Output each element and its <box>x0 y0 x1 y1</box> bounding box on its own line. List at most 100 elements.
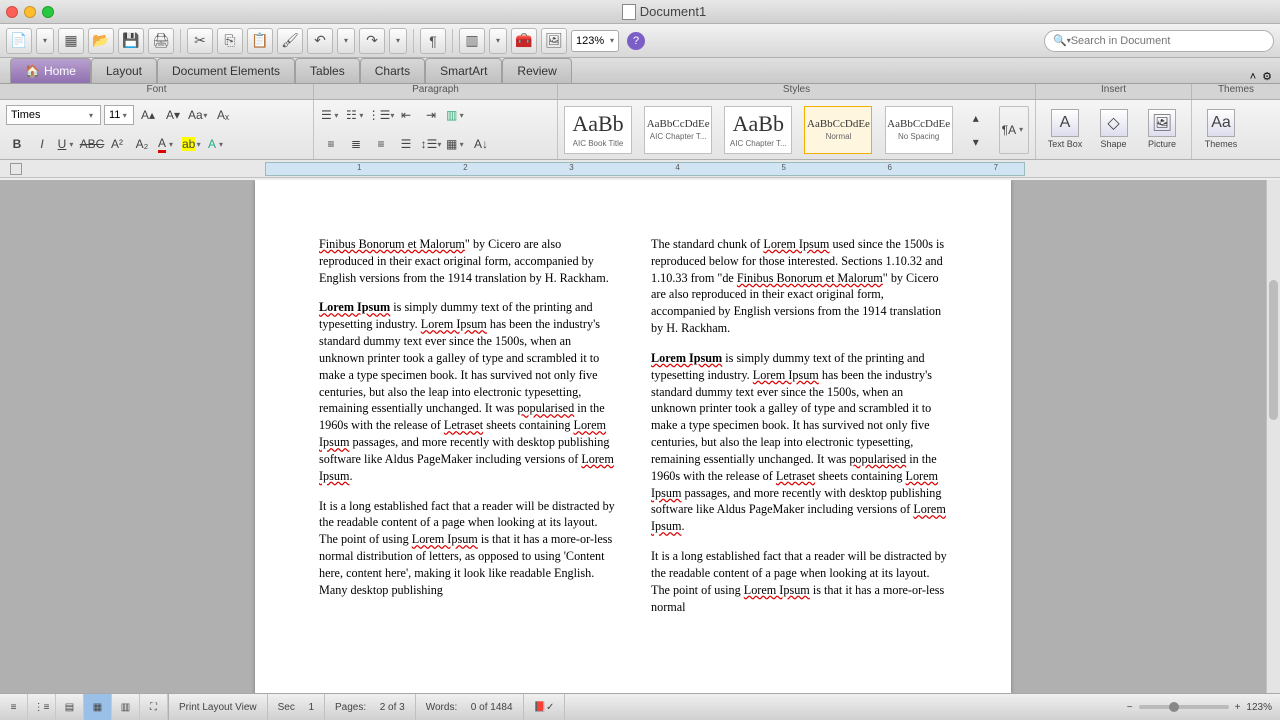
redo-dropdown[interactable]: ▾ <box>389 28 407 54</box>
document-area[interactable]: Finibus Bonorum et Malorum" by Cicero ar… <box>0 180 1266 693</box>
superscript-button[interactable]: A² <box>106 133 128 155</box>
sidebar-dropdown[interactable]: ▾ <box>489 28 507 54</box>
page[interactable]: Finibus Bonorum et Malorum" by Cicero ar… <box>255 180 1011 693</box>
undo-button[interactable]: ↶ <box>307 28 333 54</box>
styles-scroll-down[interactable]: ▾ <box>965 131 987 153</box>
themes-button[interactable]: AaThemes <box>1198 104 1244 154</box>
tab-document-elements[interactable]: Document Elements <box>157 58 295 83</box>
bold-button[interactable]: B <box>6 133 28 155</box>
toolbox-button[interactable]: 🧰 <box>511 28 537 54</box>
sort-button[interactable]: A↓ <box>470 133 492 155</box>
font-color-button[interactable]: A▾ <box>156 133 178 155</box>
underline-button[interactable]: U▾ <box>56 133 78 155</box>
paragraph[interactable]: Finibus Bonorum et Malorum" by Cicero ar… <box>319 236 615 286</box>
format-painter-button[interactable]: 🖌 <box>277 28 303 54</box>
tab-selector[interactable] <box>10 163 22 175</box>
zoom-window-button[interactable] <box>42 6 54 18</box>
page-indicator[interactable]: Pages: 2 of 3 <box>325 694 416 720</box>
grow-font-button[interactable]: A▴ <box>137 104 159 126</box>
zoom-select[interactable]: 123%▾ <box>571 30 619 52</box>
style-normal[interactable]: AaBbCcDdEeNormal <box>804 106 872 154</box>
search-box[interactable]: 🔍▾ <box>1044 30 1274 52</box>
style-aic-chapter-1[interactable]: AaBbCcDdEeAIC Chapter T... <box>644 106 712 154</box>
paragraph[interactable]: The standard chunk of Lorem Ipsum used s… <box>651 236 947 337</box>
style-no-spacing[interactable]: AaBbCcDdEeNo Spacing <box>885 106 953 154</box>
shrink-font-button[interactable]: A▾ <box>162 104 184 126</box>
vertical-scrollbar[interactable] <box>1266 180 1280 693</box>
horizontal-ruler[interactable]: 1234567 <box>265 162 1025 176</box>
font-name-select[interactable]: Times▾ <box>6 105 101 125</box>
help-button[interactable]: ? <box>623 28 649 54</box>
styles-scroll-up[interactable]: ▴ <box>965 107 987 129</box>
clear-formatting-button[interactable]: Aₓ <box>212 104 234 126</box>
draft-view-button[interactable]: ≡ <box>0 694 28 720</box>
fullscreen-view-button[interactable]: ⛶ <box>140 694 168 720</box>
styles-pane-button[interactable]: ¶A▾ <box>999 106 1029 154</box>
sidebar-button[interactable]: ▥ <box>459 28 485 54</box>
paragraph[interactable]: It is a long established fact that a rea… <box>651 548 947 615</box>
cut-button[interactable]: ✂ <box>187 28 213 54</box>
ribbon-options-button[interactable]: ⚙ <box>1262 70 1272 83</box>
numbering-button[interactable]: ☷▾ <box>345 104 367 126</box>
section-indicator[interactable]: Sec 1 <box>268 694 325 720</box>
close-window-button[interactable] <box>6 6 18 18</box>
align-center-button[interactable]: ≣ <box>345 133 367 155</box>
paragraph[interactable]: It is a long established fact that a rea… <box>319 498 615 599</box>
templates-button[interactable]: ▦ <box>58 28 84 54</box>
bullets-button[interactable]: ☰▾ <box>320 104 342 126</box>
publishing-view-button[interactable]: ▤ <box>56 694 84 720</box>
spell-check-button[interactable]: 📕✓ <box>524 694 566 720</box>
redo-button[interactable]: ↷ <box>359 28 385 54</box>
minimize-window-button[interactable] <box>24 6 36 18</box>
style-aic-book-title[interactable]: AaBbAIC Book Title <box>564 106 632 154</box>
open-button[interactable]: 📂 <box>88 28 114 54</box>
scroll-thumb[interactable] <box>1269 280 1278 420</box>
search-input[interactable] <box>1071 35 1265 47</box>
style-aic-chapter-2[interactable]: AaBbAIC Chapter T... <box>724 106 792 154</box>
zoom-out-button[interactable]: − <box>1127 702 1133 713</box>
zoom-in-button[interactable]: + <box>1235 702 1241 713</box>
zoom-level[interactable]: 123% <box>1246 702 1272 713</box>
save-button[interactable]: 💾 <box>118 28 144 54</box>
strikethrough-button[interactable]: ABC <box>81 133 103 155</box>
tab-charts[interactable]: Charts <box>360 58 425 83</box>
insert-text-box-button[interactable]: AText Box <box>1042 104 1088 154</box>
align-left-button[interactable]: ≡ <box>320 133 342 155</box>
align-right-button[interactable]: ≡ <box>370 133 392 155</box>
paste-button[interactable]: 📋 <box>247 28 273 54</box>
notebook-view-button[interactable]: ▥ <box>112 694 140 720</box>
new-doc-dropdown[interactable]: ▾ <box>36 28 54 54</box>
insert-shape-button[interactable]: ◇Shape <box>1091 104 1137 154</box>
italic-button[interactable]: I <box>31 133 53 155</box>
highlight-button[interactable]: ab▾ <box>181 133 203 155</box>
decrease-indent-button[interactable]: ⇤ <box>395 104 417 126</box>
collapse-ribbon-button[interactable]: ˄ <box>1250 71 1256 83</box>
font-size-select[interactable]: 11▾ <box>104 105 134 125</box>
shading-button[interactable]: ▦▾ <box>445 133 467 155</box>
increase-indent-button[interactable]: ⇥ <box>420 104 442 126</box>
paragraph[interactable]: Lorem Ipsum is simply dummy text of the … <box>651 350 947 535</box>
tab-review[interactable]: Review <box>502 58 571 83</box>
tab-tables[interactable]: Tables <box>295 58 360 83</box>
tab-smartart[interactable]: SmartArt <box>425 58 502 83</box>
tab-home[interactable]: 🏠Home <box>10 58 91 83</box>
line-spacing-button[interactable]: ↕☰▾ <box>420 133 442 155</box>
print-button[interactable]: 🖨 <box>148 28 174 54</box>
columns-button[interactable]: ▥▾ <box>445 104 467 126</box>
multilevel-list-button[interactable]: ⋮☰▾ <box>370 104 392 126</box>
word-count[interactable]: Words: 0 of 1484 <box>416 694 524 720</box>
tab-layout[interactable]: Layout <box>91 58 157 83</box>
subscript-button[interactable]: A₂ <box>131 133 153 155</box>
text-effects-button[interactable]: A▾ <box>206 133 228 155</box>
copy-button[interactable]: ⎘ <box>217 28 243 54</box>
insert-picture-button[interactable]: 🖼Picture <box>1139 104 1185 154</box>
change-case-button[interactable]: Aa▾ <box>187 104 209 126</box>
undo-dropdown[interactable]: ▾ <box>337 28 355 54</box>
media-browser-button[interactable]: 🖼 <box>541 28 567 54</box>
paragraph[interactable]: Lorem Ipsum is simply dummy text of the … <box>319 299 615 484</box>
zoom-slider[interactable] <box>1139 705 1229 709</box>
justify-button[interactable]: ☰ <box>395 133 417 155</box>
print-layout-view-button[interactable]: ▦ <box>84 694 112 720</box>
outline-view-button[interactable]: ⋮≡ <box>28 694 56 720</box>
show-marks-button[interactable]: ¶ <box>420 28 446 54</box>
